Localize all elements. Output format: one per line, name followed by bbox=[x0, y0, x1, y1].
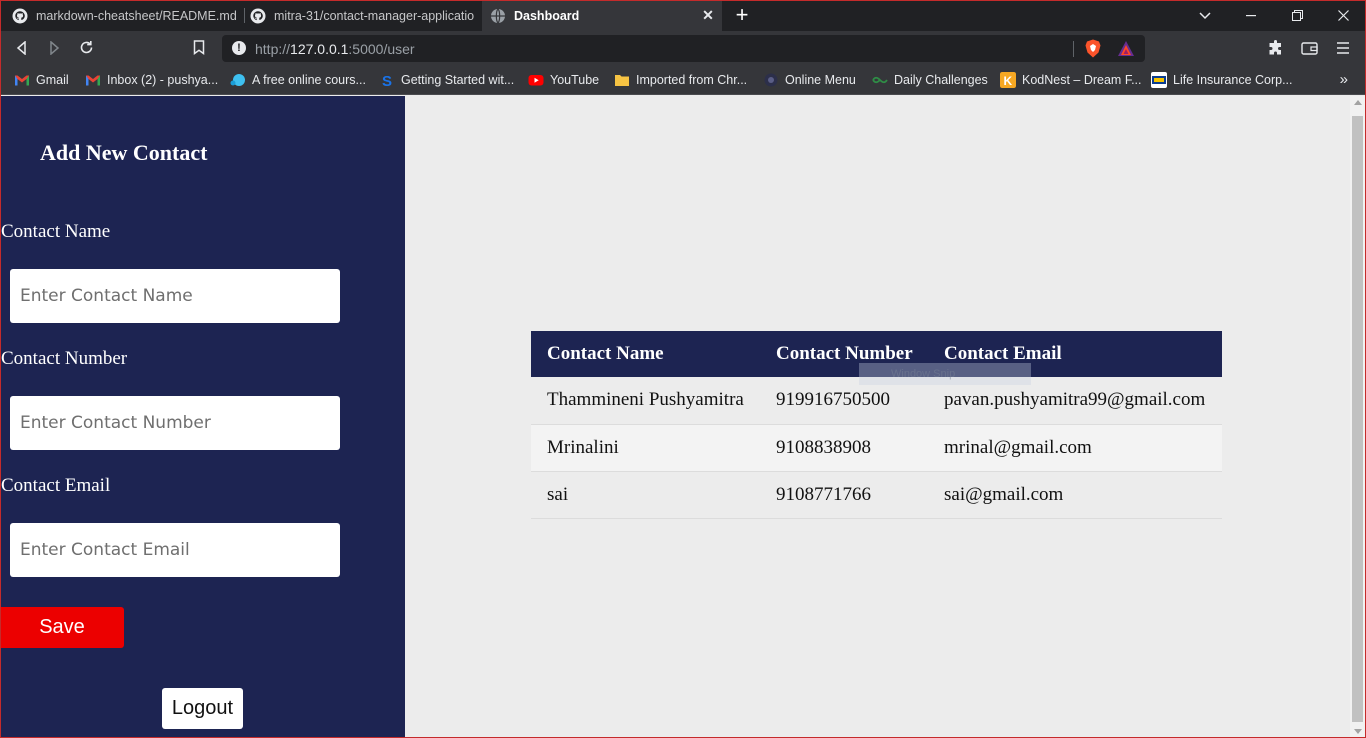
tab-separator bbox=[244, 8, 245, 23]
bookmark-online-menu[interactable]: Online Menu bbox=[763, 71, 856, 89]
tab-dashboard[interactable]: Dashboard ✕ bbox=[482, 0, 722, 31]
bookmark-free-online-course[interactable]: A free online cours... bbox=[230, 71, 366, 89]
tab-title: Dashboard bbox=[514, 8, 580, 23]
youtube-icon bbox=[528, 75, 544, 86]
cell-contact-number: 9108838908 bbox=[760, 424, 928, 472]
table-row: Mrinalini 9108838908 mrinal@gmail.com bbox=[531, 424, 1222, 472]
svg-text:K: K bbox=[1004, 74, 1013, 88]
reload-icon[interactable] bbox=[74, 36, 98, 60]
gmail-icon bbox=[86, 75, 100, 86]
site-info-icon[interactable]: ! bbox=[232, 41, 246, 55]
bookmark-icon[interactable] bbox=[187, 36, 211, 60]
bookmark-kodnest[interactable]: K KodNest – Dream F... bbox=[1000, 71, 1142, 89]
bookmark-inbox[interactable]: Inbox (2) - pushya... bbox=[85, 71, 218, 89]
challenge-icon bbox=[872, 76, 888, 84]
restore-icon[interactable] bbox=[1274, 0, 1320, 31]
folder-icon bbox=[615, 75, 629, 86]
browser-toolbar: ! http://127.0.0.1:5000/user bbox=[0, 31, 1366, 65]
minimize-icon[interactable] bbox=[1228, 0, 1274, 31]
contact-number-label: Contact Number bbox=[1, 348, 128, 369]
globe-icon bbox=[491, 8, 505, 23]
bookmarks-bar: Gmail Inbox (2) - pushya... A free onlin… bbox=[0, 65, 1366, 95]
tab-strip: markdown-cheatsheet/README.md at mitra-3… bbox=[0, 0, 1366, 31]
page-scrollbar[interactable] bbox=[1350, 96, 1366, 738]
cell-contact-name: Mrinalini bbox=[531, 424, 760, 472]
close-window-icon[interactable] bbox=[1320, 0, 1366, 31]
bookmark-daily-challenges[interactable]: Daily Challenges bbox=[872, 71, 988, 89]
bookmark-imported[interactable]: Imported from Chr... bbox=[614, 71, 747, 89]
back-icon[interactable] bbox=[10, 36, 34, 60]
contact-number-input[interactable] bbox=[10, 396, 340, 450]
cell-contact-name: sai bbox=[531, 471, 760, 519]
page-content: Add New Contact Contact Name Contact Num… bbox=[0, 96, 1366, 738]
tab-contact-manager[interactable]: mitra-31/contact-manager-applicatio bbox=[250, 0, 478, 31]
menu-icon[interactable] bbox=[1331, 36, 1355, 60]
contact-name-label: Contact Name bbox=[1, 221, 111, 242]
more-bookmarks-icon[interactable]: » bbox=[1340, 71, 1348, 88]
snip-overlay-ghost: Window Snip bbox=[859, 363, 1031, 385]
logout-button[interactable]: Logout bbox=[162, 688, 243, 729]
github-icon bbox=[12, 8, 28, 23]
contacts-table: Contact Name Contact Number Contact Emai… bbox=[531, 331, 1222, 519]
wallet-icon[interactable] bbox=[1297, 36, 1321, 60]
lic-icon bbox=[1151, 72, 1167, 88]
contact-email-input[interactable] bbox=[10, 523, 340, 577]
forward-icon[interactable] bbox=[42, 36, 66, 60]
tab-markdown-cheatsheet[interactable]: markdown-cheatsheet/README.md at bbox=[12, 0, 240, 31]
close-tab-icon[interactable]: ✕ bbox=[700, 7, 716, 23]
cell-contact-email: mrinal@gmail.com bbox=[928, 424, 1222, 472]
course-icon bbox=[230, 74, 245, 86]
save-button[interactable]: Save bbox=[0, 607, 124, 648]
bookmark-youtube[interactable]: YouTube bbox=[528, 71, 599, 89]
add-contact-sidebar: Add New Contact Contact Name Contact Num… bbox=[0, 96, 405, 738]
header-contact-name: Contact Name bbox=[531, 331, 760, 377]
omnibox-divider bbox=[1073, 41, 1074, 57]
brave-shields-icon[interactable] bbox=[1084, 39, 1102, 58]
menu-icon bbox=[764, 73, 778, 87]
gmail-icon bbox=[15, 75, 29, 86]
contact-email-label: Contact Email bbox=[1, 475, 111, 496]
github-icon bbox=[250, 8, 266, 23]
kodnest-icon: K bbox=[1000, 72, 1016, 88]
scroll-down-icon[interactable] bbox=[1354, 729, 1362, 734]
extensions-icon[interactable] bbox=[1264, 36, 1288, 60]
contacts-panel: Contact Name Contact Number Contact Emai… bbox=[405, 96, 1350, 738]
tab-search-icon[interactable] bbox=[1182, 0, 1228, 31]
cell-contact-name: Thammineni Pushyamitra bbox=[531, 377, 760, 425]
new-tab-button[interactable]: + bbox=[732, 4, 752, 26]
cell-contact-email: sai@gmail.com bbox=[928, 471, 1222, 519]
url-text: http://127.0.0.1:5000/user bbox=[255, 41, 415, 57]
scroll-up-icon[interactable] bbox=[1354, 100, 1362, 105]
table-row: sai 9108771766 sai@gmail.com bbox=[531, 471, 1222, 519]
bookmark-gmail[interactable]: Gmail bbox=[14, 71, 69, 89]
s-logo-icon: S bbox=[382, 73, 392, 88]
scrollbar-thumb[interactable] bbox=[1352, 116, 1363, 722]
sidebar-title: Add New Contact bbox=[40, 140, 208, 165]
tab-title: mitra-31/contact-manager-applicatio bbox=[274, 8, 475, 23]
contact-name-input[interactable] bbox=[10, 269, 340, 323]
address-bar[interactable]: ! http://127.0.0.1:5000/user bbox=[222, 35, 1145, 62]
cell-contact-number: 9108771766 bbox=[760, 471, 928, 519]
brave-rewards-icon[interactable] bbox=[1117, 40, 1135, 57]
tab-title: markdown-cheatsheet/README.md at bbox=[36, 8, 240, 23]
bookmark-getting-started[interactable]: S Getting Started wit... bbox=[379, 71, 514, 89]
svg-text:S: S bbox=[382, 73, 392, 88]
bookmark-life-insurance[interactable]: Life Insurance Corp... bbox=[1151, 71, 1293, 89]
